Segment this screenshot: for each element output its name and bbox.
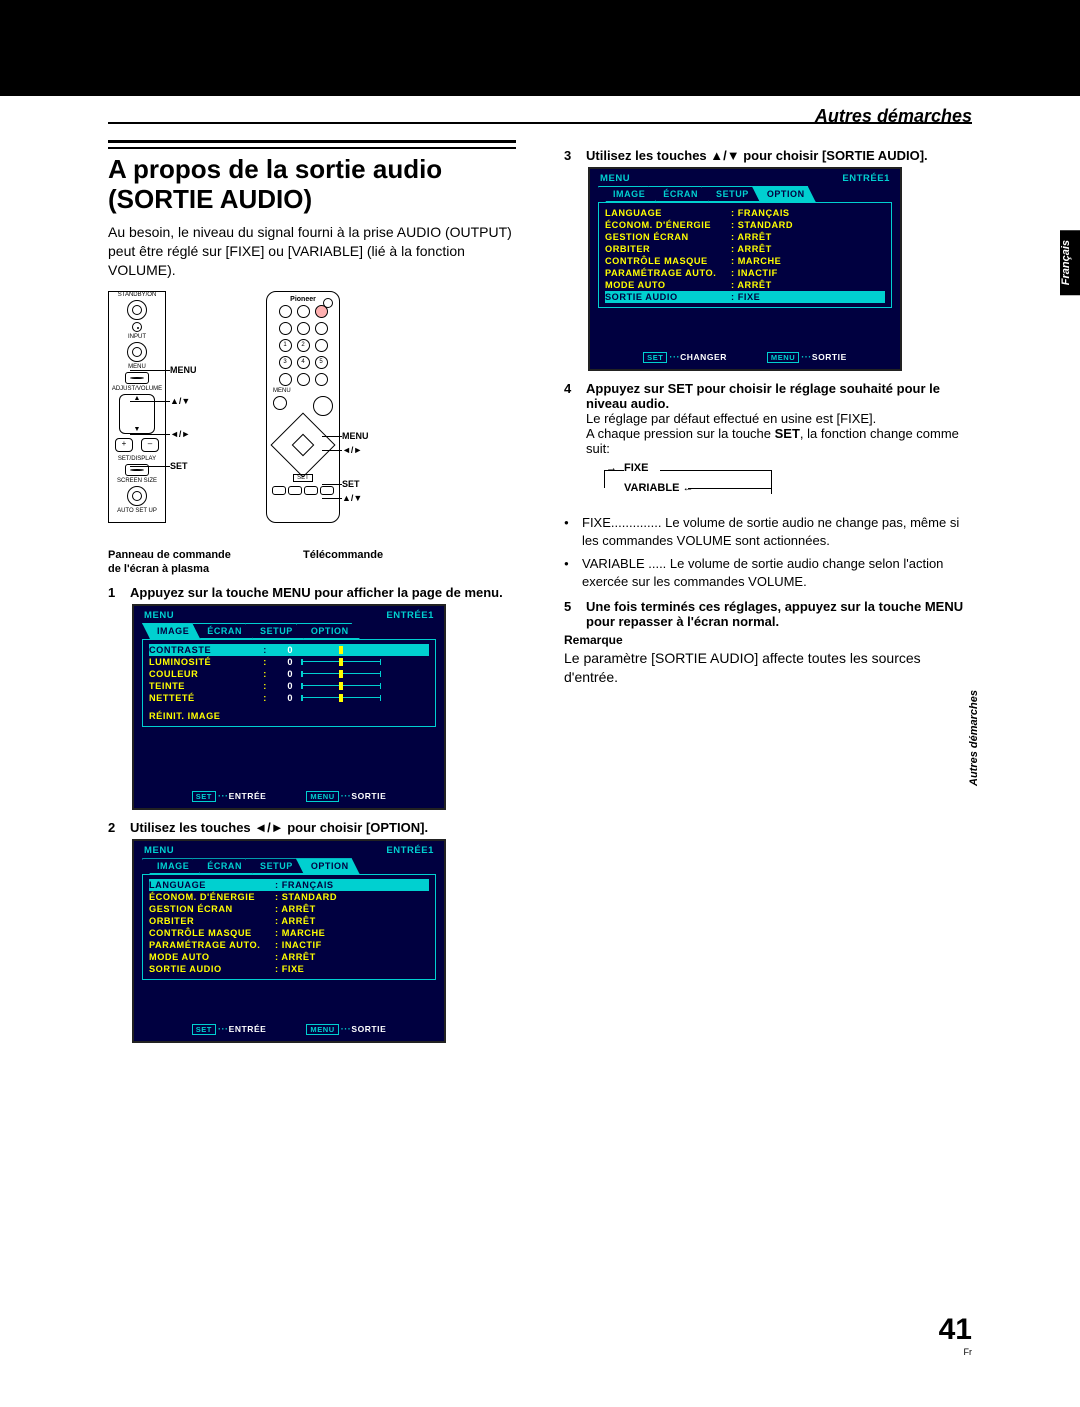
osd-option-menu-1: MENU ENTRÉE1 IMAGE ÉCRAN SETUP OPTION LA… bbox=[132, 839, 446, 1043]
content-columns: A propos de la sortie audio (SORTIE AUDI… bbox=[108, 140, 972, 1053]
side-section-label: Autres démarches bbox=[968, 690, 980, 786]
panel-leftright-label: ◄/► bbox=[170, 429, 190, 439]
step-3: 3 Utilisez les touches ▲/▼ pour choisir … bbox=[564, 148, 972, 163]
title-rule-thick bbox=[108, 140, 516, 143]
figure-captions: Panneau de commande de l'écran à plasma … bbox=[108, 541, 516, 577]
right-column: 3 Utilisez les touches ▲/▼ pour choisir … bbox=[564, 140, 972, 1053]
osd-hints: SET···ENTRÉE MENU···SORTIE bbox=[134, 787, 444, 802]
osd-image-menu: MENU ENTRÉE1 IMAGE ÉCRAN SETUP OPTION CO… bbox=[132, 604, 446, 810]
header-rule bbox=[108, 122, 972, 124]
page-number: 41 Fr bbox=[939, 1313, 972, 1357]
remark-body: Le paramètre [SORTIE AUDIO] affecte tout… bbox=[564, 649, 972, 687]
step-4: 4 Appuyez sur SET pour choisir le réglag… bbox=[564, 381, 972, 456]
osd-row: LUMINOSITÉ:0 bbox=[149, 656, 429, 668]
remote-menu-label: MENU bbox=[342, 431, 369, 441]
panel-menu-label: MENU bbox=[170, 365, 197, 375]
remark-heading: Remarque bbox=[564, 633, 972, 647]
remote-updown-label: ▲/▼ bbox=[342, 493, 362, 503]
remote-box: Pioneer 12 345 MENU bbox=[266, 291, 340, 523]
osd-tab-setup: SETUP bbox=[245, 623, 304, 639]
variable-description: VARIABLE ..... Le volume de sortie audio… bbox=[564, 555, 972, 591]
osd-row: TEINTE:0 bbox=[149, 680, 429, 692]
osd-row: COULEUR:0 bbox=[149, 668, 429, 680]
manual-page: Autres démarches A propos de la sortie a… bbox=[0, 0, 1080, 1407]
panel-updown-label: ▲/▼ bbox=[170, 396, 190, 406]
osd-row: NETTETÉ:0 bbox=[149, 692, 429, 704]
panel-set-label: SET bbox=[170, 461, 188, 471]
remote-control: Pioneer 12 345 MENU bbox=[266, 291, 340, 523]
osd-tab-option: OPTION bbox=[296, 623, 360, 639]
intro-paragraph: Au besoin, le niveau du signal fourni à … bbox=[108, 223, 516, 280]
step-2: 2 Utilisez les touches ◄/► pour choisir … bbox=[108, 820, 516, 835]
osd-reset: RÉINIT. IMAGE bbox=[149, 710, 429, 722]
osd-row: CONTRASTE:0 bbox=[149, 644, 429, 656]
fixe-description: FIXE.............. Le volume de sortie a… bbox=[564, 514, 972, 550]
osd-option-menu-2: MENU ENTRÉE1 IMAGE ÉCRAN SETUP OPTION LA… bbox=[588, 167, 902, 371]
cycle-diagram: FIXE VARIABLE bbox=[602, 462, 782, 506]
controls-figure: STANDBY/ON INPUT MENU ADJUST/VOLUME ▲ ▼ bbox=[108, 291, 516, 541]
top-black-bar bbox=[0, 0, 1080, 96]
osd-tab-image: IMAGE bbox=[142, 623, 200, 639]
side-tab-language: Français bbox=[1060, 230, 1080, 295]
page-title: A propos de la sortie audio (SORTIE AUDI… bbox=[108, 155, 516, 215]
left-column: A propos de la sortie audio (SORTIE AUDI… bbox=[108, 140, 516, 1053]
title-rule bbox=[108, 147, 516, 149]
remote-leftright-label: ◄/► bbox=[342, 445, 362, 455]
step-1: 1 Appuyez sur la touche MENU pour affich… bbox=[108, 585, 516, 600]
plasma-panel: STANDBY/ON INPUT MENU ADJUST/VOLUME ▲ ▼ bbox=[108, 291, 166, 523]
remote-set-label: SET bbox=[342, 479, 360, 489]
osd-tab-ecran: ÉCRAN bbox=[192, 623, 253, 639]
step-5: 5 Une fois terminés ces réglages, appuye… bbox=[564, 599, 972, 629]
panel-box: STANDBY/ON INPUT MENU ADJUST/VOLUME ▲ ▼ bbox=[108, 291, 166, 523]
